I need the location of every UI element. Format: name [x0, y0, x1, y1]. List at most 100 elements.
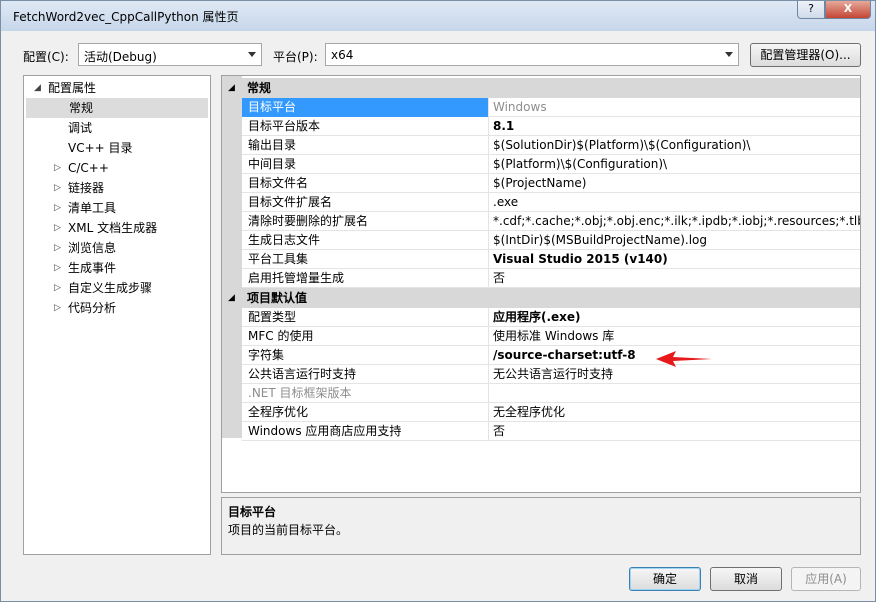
section-label: 项目默认值: [247, 291, 308, 305]
property-name: 目标文件扩展名: [242, 193, 489, 212]
property-name: 配置类型: [242, 308, 489, 327]
property-name: 目标平台版本: [242, 117, 489, 136]
property-value[interactable]: [490, 384, 860, 403]
property-value[interactable]: 应用程序(.exe): [490, 308, 860, 327]
collapsed-triangle-icon[interactable]: ▷: [54, 198, 64, 218]
property-row[interactable]: 中间目录 $(Platform)\$(Configuration)\: [242, 155, 860, 174]
help-button[interactable]: ?: [797, 1, 825, 19]
property-row[interactable]: 全程序优化 无全程序优化: [242, 403, 860, 422]
property-value[interactable]: Windows: [490, 98, 860, 117]
tree-item-vc-directories[interactable]: VC++ 目录: [54, 138, 204, 158]
collapsed-triangle-icon[interactable]: ▷: [54, 178, 64, 198]
description-panel: 目标平台 项目的当前目标平台。: [221, 497, 861, 555]
property-row[interactable]: 公共语言运行时支持 无公共语言运行时支持: [242, 365, 860, 384]
property-row[interactable]: 清除时要删除的扩展名 *.cdf;*.cache;*.obj;*.obj.enc…: [242, 212, 860, 231]
expanded-triangle-icon[interactable]: ◢: [228, 288, 235, 308]
chevron-down-icon: [725, 52, 733, 57]
expanded-triangle-icon[interactable]: ◢: [228, 78, 235, 98]
tree-root-label: 配置属性: [48, 81, 97, 95]
property-row[interactable]: MFC 的使用 使用标准 Windows 库: [242, 327, 860, 346]
property-grid: ◢ 常规 目标平台 Windows 目标平台版本 8.1 输出目录 $(Solu…: [221, 75, 861, 493]
tree-item-label: 清单工具: [68, 201, 117, 215]
close-button[interactable]: X: [825, 1, 871, 19]
property-value[interactable]: $(ProjectName): [490, 174, 860, 193]
property-row[interactable]: 目标文件扩展名 .exe: [242, 193, 860, 212]
property-row[interactable]: 启用托管增量生成 否: [242, 269, 860, 288]
tree-item-general[interactable]: 常规: [26, 98, 208, 118]
collapsed-triangle-icon[interactable]: ▷: [54, 298, 64, 318]
property-name: 公共语言运行时支持: [242, 365, 489, 384]
property-value[interactable]: .exe: [490, 193, 860, 212]
property-row[interactable]: 目标文件名 $(ProjectName): [242, 174, 860, 193]
ok-button[interactable]: 确定: [629, 567, 701, 591]
property-name: 平台工具集: [242, 250, 489, 269]
property-row[interactable]: .NET 目标框架版本: [242, 384, 860, 403]
property-name: .NET 目标框架版本: [242, 384, 489, 403]
property-name: Windows 应用商店应用支持: [242, 422, 489, 441]
property-name: 生成日志文件: [242, 231, 489, 250]
apply-button[interactable]: 应用(A): [791, 567, 861, 591]
tree-item-label: VC++ 目录: [68, 141, 133, 155]
window-title: FetchWord2vec_CppCallPython 属性页: [13, 10, 239, 24]
annotation-arrow-icon: [656, 351, 712, 367]
property-value[interactable]: $(SolutionDir)$(Platform)\$(Configuratio…: [490, 136, 860, 155]
property-name: 目标平台: [242, 98, 489, 117]
property-value[interactable]: $(Platform)\$(Configuration)\: [490, 155, 860, 174]
property-pages-window: FetchWord2vec_CppCallPython 属性页 ? X 配置(C…: [0, 0, 876, 602]
property-row[interactable]: 目标平台 Windows: [242, 98, 860, 117]
property-value[interactable]: *.cdf;*.cache;*.obj;*.obj.enc;*.ilk;*.ip…: [490, 212, 860, 231]
property-value[interactable]: 否: [490, 422, 860, 441]
tree-item-build-events[interactable]: ▷ 生成事件: [54, 258, 204, 278]
collapsed-triangle-icon[interactable]: ▷: [54, 258, 64, 278]
property-row[interactable]: 平台工具集 Visual Studio 2015 (v140): [242, 250, 860, 269]
tree-item-linker[interactable]: ▷ 链接器: [54, 178, 204, 198]
tree-item-label: C/C++: [68, 161, 109, 175]
platform-label: 平台(P):: [273, 50, 318, 64]
tree-item-code-analysis[interactable]: ▷ 代码分析: [54, 298, 204, 318]
tree-item-label: 调试: [68, 121, 93, 135]
property-row[interactable]: 输出目录 $(SolutionDir)$(Platform)\$(Configu…: [242, 136, 860, 155]
property-name: 输出目录: [242, 136, 489, 155]
tree-item-xml-doc-generator[interactable]: ▷ XML 文档生成器: [54, 218, 204, 238]
platform-select-value: x64: [331, 48, 354, 62]
chevron-down-icon: [248, 52, 256, 57]
tree-item-custom-build-step[interactable]: ▷ 自定义生成步骤: [54, 278, 204, 298]
tree-item-browse-info[interactable]: ▷ 浏览信息: [54, 238, 204, 258]
description-text: 项目的当前目标平台。: [228, 523, 349, 537]
property-value[interactable]: 8.1: [490, 117, 860, 136]
property-value[interactable]: 否: [490, 269, 860, 288]
section-label: 常规: [247, 81, 272, 95]
property-name: MFC 的使用: [242, 327, 489, 346]
property-row[interactable]: 目标平台版本 8.1: [242, 117, 860, 136]
tree-item-cpp[interactable]: ▷ C/C++: [54, 158, 204, 178]
property-name: 目标文件名: [242, 174, 489, 193]
platform-select[interactable]: x64: [325, 43, 739, 66]
config-manager-button[interactable]: 配置管理器(O)...: [750, 43, 861, 67]
section-general[interactable]: ◢ 常规: [222, 78, 860, 98]
tree-item-debugging[interactable]: 调试: [54, 118, 204, 138]
collapsed-triangle-icon[interactable]: ▷: [54, 278, 64, 298]
property-row[interactable]: Windows 应用商店应用支持 否: [242, 422, 860, 441]
tree-item-label: 代码分析: [68, 301, 117, 315]
property-value[interactable]: 使用标准 Windows 库: [490, 327, 860, 346]
collapsed-triangle-icon[interactable]: ▷: [54, 238, 64, 258]
config-select[interactable]: 活动(Debug): [78, 43, 262, 66]
section-project-defaults[interactable]: ◢ 项目默认值: [222, 288, 860, 308]
tree-item-manifest-tool[interactable]: ▷ 清单工具: [54, 198, 204, 218]
collapsed-triangle-icon[interactable]: ▷: [54, 218, 64, 238]
property-row[interactable]: 字符集 /source-charset:utf-8: [242, 346, 860, 365]
cancel-button[interactable]: 取消: [710, 567, 782, 591]
property-row[interactable]: 配置类型 应用程序(.exe): [242, 308, 860, 327]
tree-root-config-properties[interactable]: ◢ 配置属性: [34, 78, 204, 98]
property-value[interactable]: 无全程序优化: [490, 403, 860, 422]
tree-item-label: 生成事件: [68, 261, 117, 275]
collapsed-triangle-icon[interactable]: ▷: [54, 158, 64, 178]
property-name: 清除时要删除的扩展名: [242, 212, 489, 231]
config-label: 配置(C):: [23, 50, 69, 64]
property-value[interactable]: Visual Studio 2015 (v140): [490, 250, 860, 269]
property-value[interactable]: $(IntDir)$(MSBuildProjectName).log: [490, 231, 860, 250]
tree-item-label: 链接器: [68, 181, 105, 195]
property-row[interactable]: 生成日志文件 $(IntDir)$(MSBuildProjectName).lo…: [242, 231, 860, 250]
tree-item-label: XML 文档生成器: [68, 221, 158, 235]
grid-margin: [222, 76, 242, 438]
